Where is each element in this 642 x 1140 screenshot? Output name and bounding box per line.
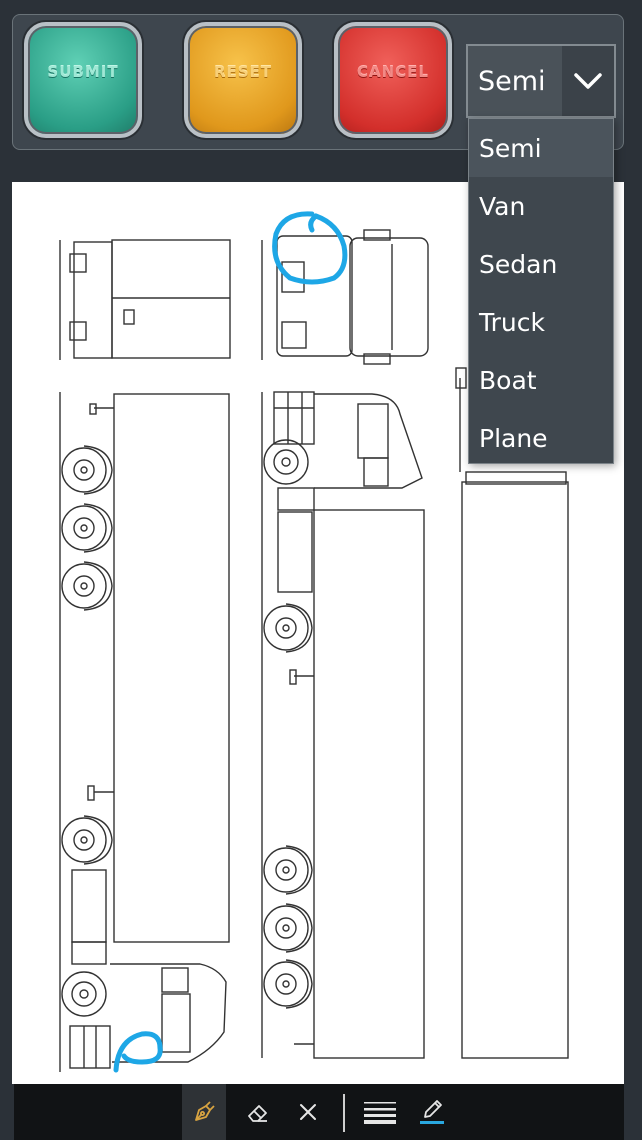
dropdown-option-plane[interactable]: Plane xyxy=(469,409,613,467)
dropdown-option-semi[interactable]: Semi xyxy=(469,119,613,177)
pen-icon[interactable] xyxy=(182,1084,226,1140)
line-width-icon[interactable] xyxy=(358,1084,402,1140)
reset-button[interactable]: RESET xyxy=(184,22,302,138)
dropdown-option-sedan[interactable]: Sedan xyxy=(469,235,613,293)
cancel-button[interactable]: CANCEL xyxy=(334,22,452,138)
drawing-tools-bar xyxy=(14,1084,624,1140)
submit-button[interactable]: SUBMIT xyxy=(24,22,142,138)
clear-icon[interactable] xyxy=(286,1084,330,1140)
vehicle-dropdown-list: Semi Van Sedan Truck Boat Plane xyxy=(468,118,614,464)
reset-button-label: RESET xyxy=(213,63,273,81)
chevron-down-icon[interactable] xyxy=(562,46,614,116)
vehicle-select-value: Semi xyxy=(478,65,546,97)
dropdown-option-van[interactable]: Van xyxy=(469,177,613,235)
dropdown-option-truck[interactable]: Truck xyxy=(469,293,613,351)
toolbar-divider xyxy=(343,1094,345,1132)
vehicle-select[interactable]: Semi xyxy=(466,44,616,118)
color-icon[interactable] xyxy=(410,1084,454,1140)
submit-button-label: SUBMIT xyxy=(47,63,119,81)
eraser-icon[interactable] xyxy=(236,1084,280,1140)
cancel-button-label: CANCEL xyxy=(357,63,429,81)
dropdown-option-boat[interactable]: Boat xyxy=(469,351,613,409)
